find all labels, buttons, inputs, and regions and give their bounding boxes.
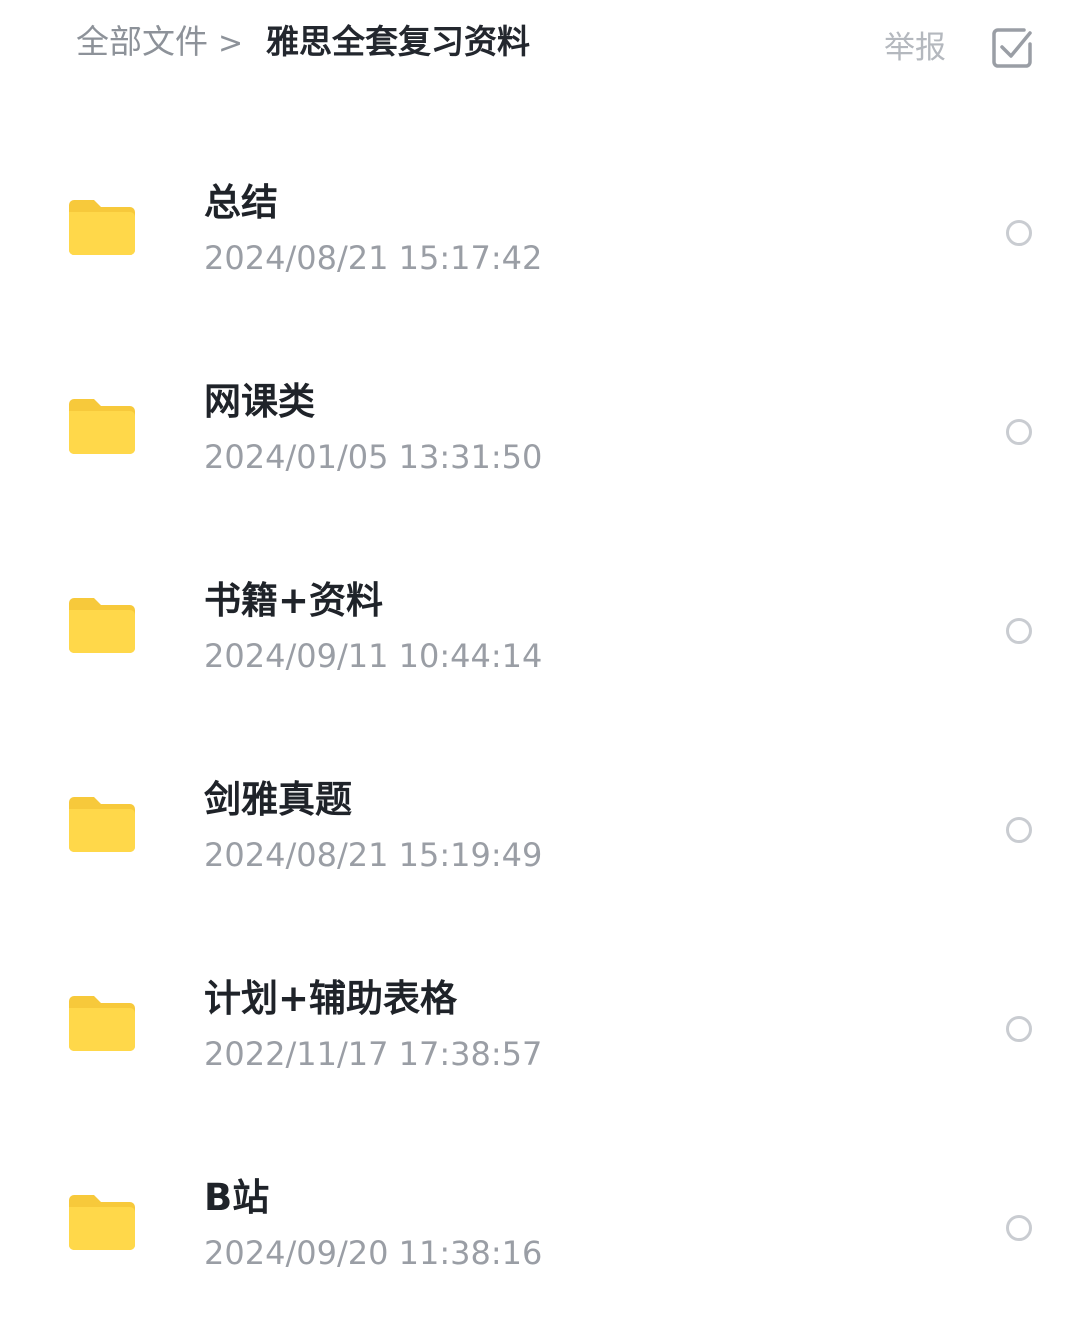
folder-icon [69,1195,135,1250]
select-radio[interactable] [1006,1215,1032,1241]
file-list: 总结 2024/08/21 15:17:42 网课类 2024/01/05 13… [0,140,1080,1334]
select-radio[interactable] [1006,419,1032,445]
checkbox-icon[interactable] [990,26,1034,70]
folder-timestamp: 2022/11/17 17:38:57 [204,1035,543,1073]
report-button[interactable]: 举报 [884,26,946,70]
breadcrumb-separator: > [218,26,244,61]
folder-timestamp: 2024/09/20 11:38:16 [204,1234,543,1272]
folder-timestamp: 2024/08/21 15:17:42 [204,239,543,277]
select-radio[interactable] [1006,1016,1032,1042]
folder-icon [69,996,135,1051]
folder-timestamp: 2024/01/05 13:31:50 [204,438,543,476]
folder-name: 总结 [204,181,278,224]
folder-name: 网课类 [204,380,315,423]
file-row[interactable]: 书籍+资料 2024/09/11 10:44:14 [0,538,1080,737]
breadcrumb-current: 雅思全套复习资料 [266,22,530,61]
file-row[interactable]: 剑雅真题 2024/08/21 15:19:49 [0,737,1080,936]
file-row[interactable]: B站 2024/09/20 11:38:16 [0,1135,1080,1334]
file-row[interactable]: 网课类 2024/01/05 13:31:50 [0,339,1080,538]
folder-name: 书籍+资料 [204,579,384,622]
top-bar: 全部文件 > 雅思全套复习资料 举报 [0,0,1080,90]
folder-name: B站 [204,1176,270,1219]
folder-name: 剑雅真题 [204,778,352,821]
folder-icon [69,399,135,454]
folder-name: 计划+辅助表格 [204,977,458,1020]
breadcrumb-root[interactable]: 全部文件 [76,20,208,64]
file-row[interactable]: 总结 2024/08/21 15:17:42 [0,140,1080,339]
select-radio[interactable] [1006,220,1032,246]
folder-timestamp: 2024/09/11 10:44:14 [204,637,543,675]
folder-icon [69,797,135,852]
folder-timestamp: 2024/08/21 15:19:49 [204,836,543,874]
folder-icon [69,200,135,255]
file-row[interactable]: 计划+辅助表格 2022/11/17 17:38:57 [0,936,1080,1135]
select-radio[interactable] [1006,817,1032,843]
folder-icon [69,598,135,653]
select-radio[interactable] [1006,618,1032,644]
